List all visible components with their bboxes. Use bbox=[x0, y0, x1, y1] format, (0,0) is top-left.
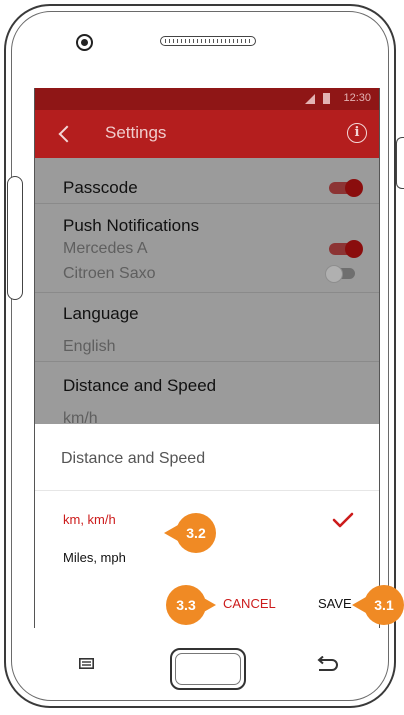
passcode-toggle[interactable] bbox=[329, 178, 369, 198]
badge-label: 3.3 bbox=[166, 585, 206, 625]
badge-label: 3.1 bbox=[364, 585, 404, 625]
annotation-badge-save: 3.1 bbox=[352, 585, 404, 625]
language-value: English bbox=[63, 338, 116, 355]
front-camera-icon bbox=[76, 34, 93, 51]
option-km[interactable]: km, km/h bbox=[63, 512, 116, 527]
signal-icon bbox=[305, 94, 315, 104]
divider bbox=[35, 361, 379, 362]
info-icon[interactable]: i bbox=[347, 123, 367, 143]
status-time: 12:30 bbox=[343, 92, 371, 104]
battery-icon bbox=[323, 93, 330, 104]
home-key[interactable] bbox=[170, 648, 246, 690]
toggle-knob bbox=[345, 240, 363, 258]
status-bar: 12:30 bbox=[35, 88, 379, 110]
app-bar: Settings i bbox=[35, 110, 379, 158]
option-miles[interactable]: Miles, mph bbox=[63, 550, 126, 565]
car-label-citroen: Citroen Saxo bbox=[63, 265, 156, 282]
divider bbox=[35, 203, 379, 204]
toggle-knob bbox=[345, 179, 363, 197]
toggle-knob bbox=[325, 265, 343, 283]
page-title: Settings bbox=[105, 123, 167, 142]
badge-pointer bbox=[202, 597, 216, 613]
menu-key-icon[interactable] bbox=[79, 658, 94, 669]
power-button bbox=[396, 137, 404, 189]
mercedes-toggle[interactable] bbox=[329, 239, 369, 259]
volume-button bbox=[7, 176, 23, 300]
push-notifications-header: Push Notifications bbox=[63, 216, 200, 235]
divider bbox=[35, 292, 379, 293]
settings-list: Passcode Push Notifications Mercedes A C… bbox=[35, 158, 379, 458]
car-label-mercedes: Mercedes A bbox=[63, 240, 148, 257]
earpiece-speaker bbox=[160, 36, 256, 46]
annotation-badge-cancel: 3.3 bbox=[166, 585, 226, 625]
passcode-label: Passcode bbox=[63, 178, 138, 197]
distance-speed-label[interactable]: Distance and Speed bbox=[63, 376, 216, 396]
annotation-badge-option: 3.2 bbox=[162, 513, 222, 553]
citroen-toggle[interactable] bbox=[325, 264, 365, 284]
checkmark-icon bbox=[332, 512, 354, 528]
dialog-title: Distance and Speed bbox=[61, 450, 206, 467]
back-arrow-icon[interactable] bbox=[58, 125, 76, 143]
divider bbox=[35, 490, 379, 491]
cancel-button[interactable]: CANCEL bbox=[223, 596, 276, 611]
badge-label: 3.2 bbox=[176, 513, 216, 553]
save-button[interactable]: SAVE bbox=[318, 596, 352, 611]
language-label[interactable]: Language bbox=[63, 304, 139, 324]
back-key-icon[interactable] bbox=[315, 656, 339, 672]
